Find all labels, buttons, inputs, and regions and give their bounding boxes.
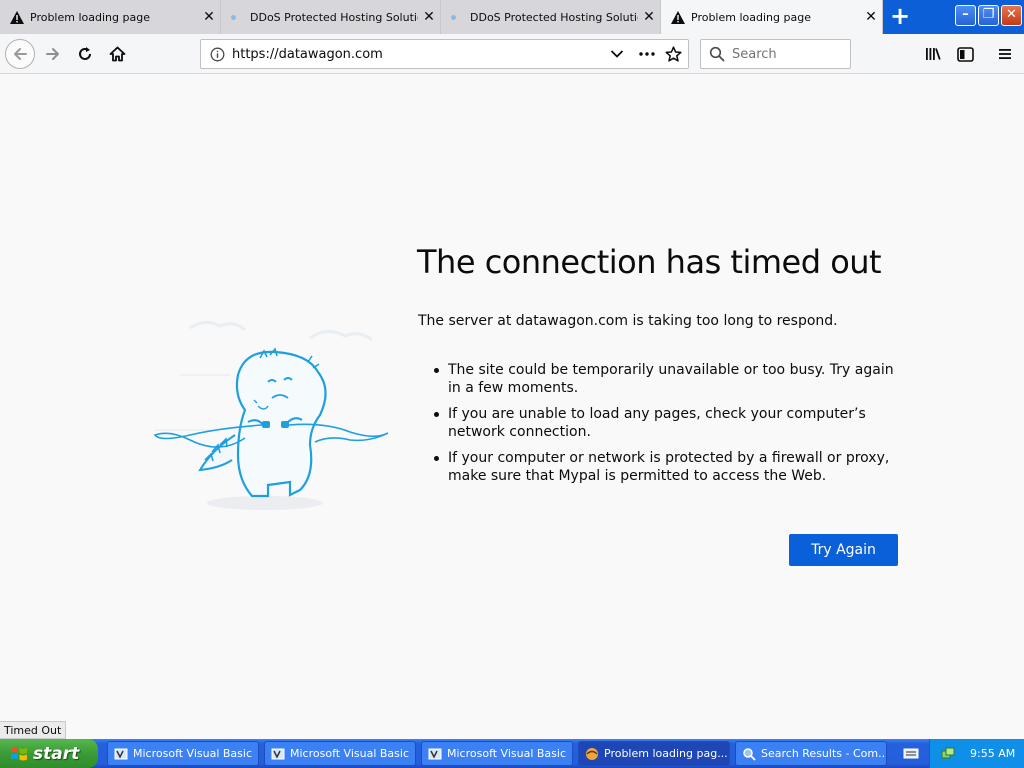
- visual-basic-icon: [428, 748, 442, 759]
- tab-close-icon[interactable]: ✕: [860, 9, 882, 25]
- taskbar-item-visual-basic-1[interactable]: Microsoft Visual Basic: [107, 741, 259, 766]
- list-item: If your computer or network is protected…: [434, 449, 908, 485]
- tab-strip: Problem loading page ✕ DDoS Protected Ho…: [0, 0, 1024, 34]
- start-label: start: [33, 743, 80, 764]
- visual-basic-icon: [114, 748, 128, 759]
- url-bar[interactable]: https://datawagon.com: [200, 39, 689, 69]
- error-reasons-list: The site could be temporarily unavailabl…: [434, 361, 908, 493]
- browser-icon: [586, 747, 598, 760]
- taskbar-item-browser[interactable]: Problem loading pag...: [578, 741, 730, 766]
- search-icon: [709, 46, 725, 62]
- sidebar-button[interactable]: [950, 39, 980, 69]
- taskbar: start Microsoft Visual Basic Microsoft V…: [0, 739, 1024, 768]
- tab-close-icon[interactable]: ✕: [198, 9, 220, 25]
- sad-dinosaur-illustration-icon: [153, 321, 389, 510]
- error-title: The connection has timed out: [417, 243, 882, 281]
- start-button[interactable]: start: [0, 739, 98, 768]
- library-icon: [926, 48, 941, 60]
- back-button[interactable]: [5, 39, 35, 69]
- taskbar-item-label: Microsoft Visual Basic: [133, 747, 253, 760]
- taskbar-item-visual-basic-2[interactable]: Microsoft Visual Basic: [264, 741, 416, 766]
- taskbar-item-label: Search Results - Com...: [761, 747, 886, 760]
- new-tab-button[interactable]: +: [888, 4, 912, 29]
- list-item: The site could be temporarily unavailabl…: [434, 361, 908, 397]
- taskbar-item-search-results[interactable]: Search Results - Com...: [735, 741, 887, 766]
- url-text: https://datawagon.com: [232, 47, 383, 62]
- favicon-icon: [451, 14, 456, 20]
- system-tray: 9:55 AM: [929, 739, 1024, 768]
- home-icon: [109, 46, 125, 62]
- page-actions-icon[interactable]: [639, 52, 655, 56]
- tab-close-icon[interactable]: ✕: [638, 9, 660, 25]
- window-minimize-button[interactable]: –: [955, 5, 976, 26]
- tab-title: DDoS Protected Hosting Solutions: [470, 10, 638, 24]
- home-button[interactable]: [102, 39, 132, 69]
- window-restore-button[interactable]: ❐: [978, 5, 999, 26]
- keyboard-language-icon[interactable]: [903, 747, 919, 760]
- windows-logo-icon: [11, 746, 27, 760]
- warning-icon: [10, 10, 24, 24]
- sidebar-icon: [956, 46, 974, 62]
- tab-ddos-hosting-1[interactable]: DDoS Protected Hosting Solutions ✕: [221, 0, 441, 34]
- tab-title: DDoS Protected Hosting Solutions: [250, 10, 418, 24]
- reload-icon: [79, 47, 91, 60]
- forward-button[interactable]: [38, 39, 68, 69]
- search-placeholder: Search: [732, 47, 777, 62]
- reload-button[interactable]: [70, 39, 100, 69]
- library-button[interactable]: [918, 39, 948, 69]
- tab-problem-loading-1[interactable]: Problem loading page ✕: [0, 0, 221, 34]
- network-icon[interactable]: [940, 746, 956, 762]
- taskbar-item-visual-basic-3[interactable]: Microsoft Visual Basic: [421, 741, 573, 766]
- search-box[interactable]: Search: [700, 39, 851, 69]
- favicon-icon: [231, 14, 236, 20]
- back-arrow-icon: [14, 48, 27, 60]
- visual-basic-icon: [271, 748, 285, 759]
- tab-close-icon[interactable]: ✕: [418, 9, 440, 25]
- list-item: If you are unable to load any pages, che…: [434, 405, 908, 441]
- tab-title: Problem loading page: [30, 10, 150, 24]
- bookmark-star-icon[interactable]: [665, 46, 682, 63]
- tab-ddos-hosting-2[interactable]: DDoS Protected Hosting Solutions ✕: [441, 0, 661, 34]
- tab-problem-loading-active[interactable]: Problem loading page ✕: [661, 0, 883, 34]
- main-menu-button[interactable]: [990, 39, 1020, 69]
- window-close-button[interactable]: ✕: [1001, 5, 1022, 26]
- taskbar-item-label: Microsoft Visual Basic: [447, 747, 567, 760]
- try-again-button[interactable]: Try Again: [789, 534, 898, 566]
- taskbar-item-label: Microsoft Visual Basic: [290, 747, 410, 760]
- hamburger-menu-icon: [999, 49, 1011, 59]
- warning-icon: [671, 10, 685, 24]
- taskbar-item-label: Problem loading pag...: [604, 747, 728, 760]
- error-page: The connection has timed out The server …: [0, 75, 1024, 739]
- error-description: The server at datawagon.com is taking to…: [418, 313, 838, 329]
- forward-arrow-icon: [46, 48, 59, 60]
- tab-title: Problem loading page: [691, 10, 811, 24]
- chevron-down-icon[interactable]: [610, 49, 624, 59]
- navigation-toolbar: https://datawagon.com Search: [0, 34, 1024, 74]
- clock[interactable]: 9:55 AM: [970, 747, 1015, 760]
- status-panel: Timed Out: [0, 721, 67, 739]
- search-results-icon: [743, 747, 756, 761]
- info-icon[interactable]: [210, 47, 225, 62]
